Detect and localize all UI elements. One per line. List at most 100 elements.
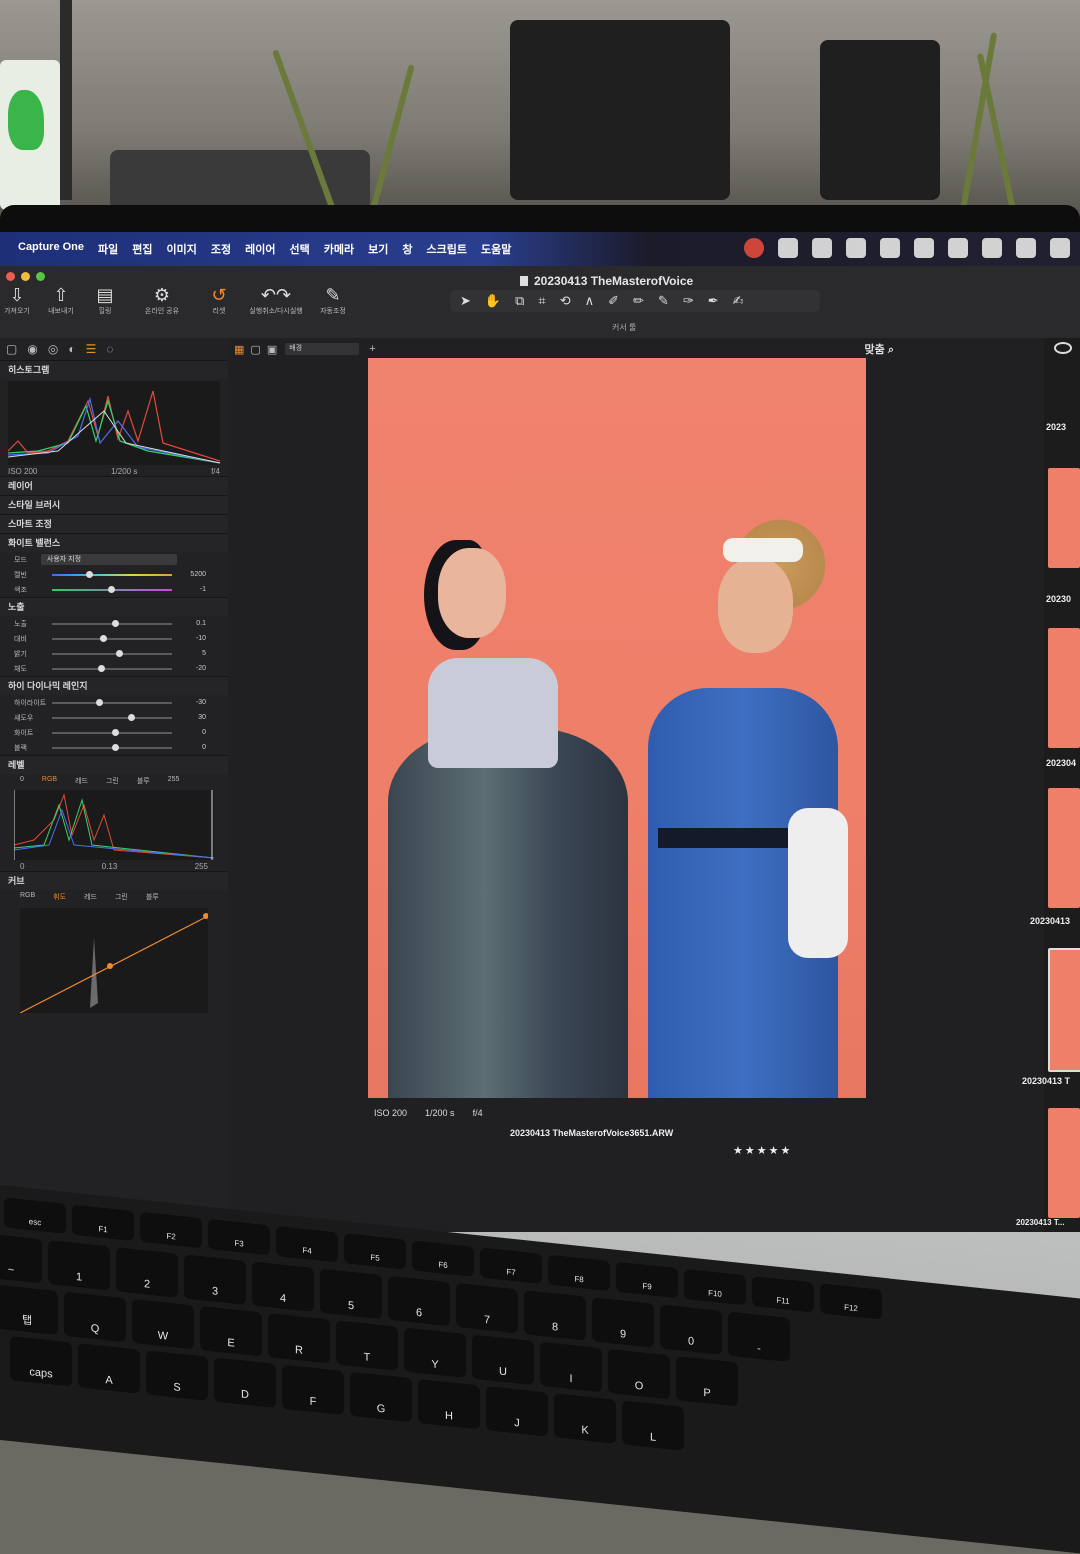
- eye-icon[interactable]: [1054, 342, 1072, 354]
- shadow-slider[interactable]: [52, 713, 172, 721]
- slider-value[interactable]: 5200: [180, 571, 206, 578]
- menu-image[interactable]: 이미지: [167, 241, 197, 257]
- brightness-slider[interactable]: [52, 649, 172, 657]
- slider-knob[interactable]: [116, 649, 123, 657]
- camera-tool-icon[interactable]: ⧉: [515, 293, 524, 309]
- keystone-tool-icon[interactable]: ∧: [585, 293, 595, 309]
- key[interactable]: W: [132, 1298, 194, 1350]
- slider-value[interactable]: 30: [180, 714, 206, 721]
- main-photo[interactable]: [368, 358, 866, 1098]
- rotate-tool-icon[interactable]: ⟲: [560, 293, 571, 309]
- thumbnail-selected[interactable]: [1048, 948, 1080, 1072]
- key[interactable]: K: [554, 1393, 616, 1444]
- single-view-icon[interactable]: ▢: [250, 343, 260, 356]
- crop-tool-icon[interactable]: ⌗: [538, 293, 545, 309]
- menu-window[interactable]: 창: [402, 241, 412, 257]
- contrast-slider[interactable]: [52, 634, 172, 642]
- key[interactable]: esc: [4, 1197, 66, 1234]
- key[interactable]: D: [214, 1357, 276, 1409]
- zoom-window-button[interactable]: [36, 272, 45, 281]
- capture-tab-icon[interactable]: ◉: [27, 342, 37, 356]
- speaker-icon[interactable]: [1016, 238, 1036, 258]
- slider-value[interactable]: 5: [180, 650, 206, 657]
- key[interactable]: caps: [10, 1336, 72, 1387]
- menu-adjust[interactable]: 조정: [211, 241, 231, 257]
- thumbnail[interactable]: [1048, 788, 1080, 908]
- slider-knob[interactable]: [100, 634, 107, 642]
- key[interactable]: Q: [64, 1291, 126, 1343]
- slider-knob[interactable]: [112, 743, 119, 751]
- key[interactable]: O: [608, 1348, 670, 1400]
- key[interactable]: G: [350, 1371, 412, 1423]
- slider-value[interactable]: -30: [180, 699, 206, 706]
- exposure-tab-icon[interactable]: ☰: [86, 342, 97, 356]
- key[interactable]: 4: [252, 1261, 314, 1313]
- lens-tab-icon[interactable]: ◎: [48, 342, 58, 356]
- menu-file[interactable]: 파일: [98, 241, 118, 257]
- key[interactable]: F5: [344, 1233, 406, 1270]
- key[interactable]: F11: [752, 1276, 814, 1313]
- slider-value[interactable]: 0: [180, 744, 206, 751]
- key[interactable]: Y: [404, 1327, 466, 1378]
- curve-editor[interactable]: [19, 908, 209, 1014]
- slider-knob[interactable]: [86, 570, 93, 578]
- slider-knob[interactable]: [112, 619, 119, 627]
- key[interactable]: R: [268, 1313, 330, 1364]
- wb-mode-select[interactable]: 사용자 지정: [40, 554, 177, 565]
- share-button[interactable]: ⚙ 온라인 공유: [132, 284, 192, 316]
- menu-camera[interactable]: 카메라: [324, 241, 354, 257]
- tint-slider[interactable]: [52, 585, 172, 593]
- dropbox-icon[interactable]: [846, 238, 866, 258]
- thumbnail[interactable]: [1048, 468, 1080, 568]
- key[interactable]: 2: [116, 1247, 178, 1298]
- key[interactable]: F1: [72, 1204, 134, 1242]
- undo-redo-button[interactable]: ↶↷ 실행취소/다시실행: [246, 284, 306, 316]
- exposure-header[interactable]: 노출: [0, 597, 228, 616]
- key[interactable]: 6: [388, 1275, 450, 1327]
- levels-output-high[interactable]: 255: [195, 862, 208, 871]
- levels-tab-red[interactable]: 레드: [75, 776, 88, 786]
- library-tab-icon[interactable]: ▢: [6, 342, 17, 356]
- levels-header[interactable]: 레벨: [0, 755, 228, 774]
- key[interactable]: T: [336, 1320, 398, 1371]
- key[interactable]: F7: [480, 1247, 542, 1284]
- gradient-tool-icon[interactable]: ✎: [658, 293, 669, 309]
- close-window-button[interactable]: [6, 272, 15, 281]
- key[interactable]: I: [540, 1341, 602, 1393]
- menu-script[interactable]: 스크립트: [427, 241, 467, 257]
- zoom-icon[interactable]: ⌕: [888, 344, 894, 356]
- key[interactable]: 8: [524, 1290, 586, 1341]
- levels-histogram[interactable]: [14, 790, 214, 860]
- key[interactable]: E: [200, 1306, 262, 1357]
- white-balance-header[interactable]: 화이트 밸런스: [0, 533, 228, 552]
- slider-value[interactable]: 0.1: [180, 620, 206, 627]
- color-tab-icon[interactable]: ◐: [68, 342, 75, 356]
- histogram-header[interactable]: 히스토그램: [0, 360, 228, 379]
- key[interactable]: L: [622, 1400, 684, 1451]
- hdr-header[interactable]: 하이 다이나믹 레인지: [0, 676, 228, 695]
- white-slider[interactable]: [52, 728, 172, 736]
- background-select[interactable]: 배경: [285, 343, 360, 355]
- key[interactable]: F3: [208, 1218, 270, 1256]
- highlight-slider[interactable]: [52, 698, 172, 706]
- key[interactable]: P: [676, 1356, 738, 1407]
- levels-tab-rgb[interactable]: RGB: [42, 776, 57, 786]
- smart-adjust-header[interactable]: 스마트 조정: [0, 514, 228, 533]
- clipboard-icon[interactable]: [914, 238, 934, 258]
- curve-header[interactable]: 커브: [0, 871, 228, 890]
- key[interactable]: ~: [0, 1232, 42, 1284]
- screen-icon[interactable]: [778, 238, 798, 258]
- key[interactable]: 1: [48, 1240, 110, 1291]
- add-icon[interactable]: +: [369, 343, 375, 355]
- saturation-slider[interactable]: [52, 664, 172, 672]
- kelvin-slider[interactable]: [52, 570, 172, 578]
- menu-help[interactable]: 도움말: [481, 241, 511, 257]
- key[interactable]: F4: [276, 1226, 338, 1263]
- slider-value[interactable]: -1: [180, 586, 206, 593]
- levels-output-low[interactable]: 0: [20, 862, 24, 871]
- menu-select[interactable]: 선택: [290, 241, 310, 257]
- reset-button[interactable]: ↺ 리셋: [202, 284, 236, 316]
- grid-view-icon[interactable]: ▦: [234, 343, 244, 356]
- menu-view[interactable]: 보기: [368, 241, 388, 257]
- key[interactable]: U: [472, 1334, 534, 1386]
